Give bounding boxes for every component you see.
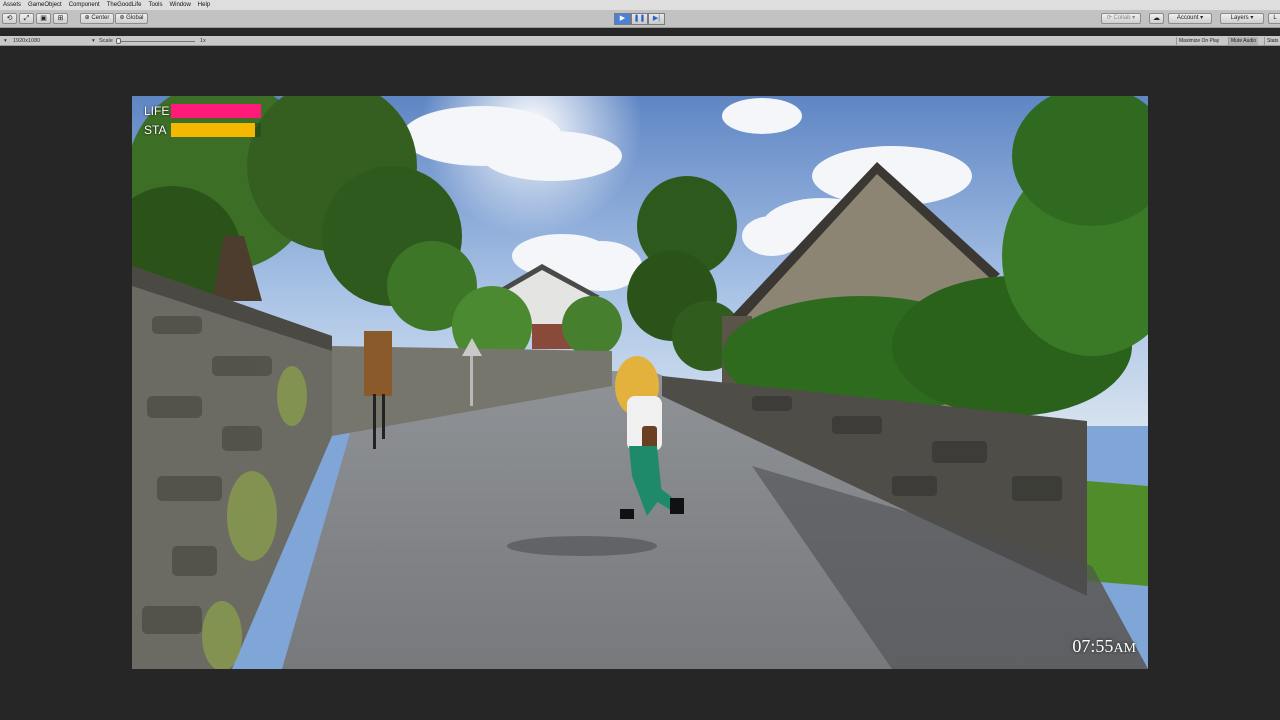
stamina-meter: STA xyxy=(144,122,261,138)
step-button[interactable]: ▶| xyxy=(648,13,665,25)
account-label: Account xyxy=(1176,15,1199,21)
mute-audio-toggle[interactable]: Mute Audio xyxy=(1228,37,1259,45)
menu-bar: Assets GameObject Component TheGoodLife … xyxy=(0,0,1280,10)
resolution-chevron-icon: ▾ xyxy=(92,38,95,44)
play-button[interactable]: ▶ xyxy=(614,13,631,25)
scale-slider-handle[interactable] xyxy=(116,38,121,44)
pause-button[interactable]: ❚❚ xyxy=(631,13,648,25)
menu-tools[interactable]: Tools xyxy=(145,0,166,10)
rect-tool-icon[interactable]: ▣ xyxy=(36,13,51,24)
menu-gameobject[interactable]: GameObject xyxy=(25,0,66,10)
clock-ampm: AM xyxy=(1113,641,1136,656)
resolution-dropdown[interactable]: 1920x1080 xyxy=(13,36,40,46)
stamina-bar-fill xyxy=(171,123,255,137)
playback-controls: ▶ ❚❚ ▶| xyxy=(614,13,665,25)
stamina-bar xyxy=(171,123,261,137)
scale-slider-track[interactable] xyxy=(117,41,195,42)
layout-dropdown[interactable]: L xyxy=(1268,13,1280,24)
collab-label: Collab xyxy=(1113,15,1131,21)
menu-assets[interactable]: Assets xyxy=(0,0,25,10)
grass-patch xyxy=(1087,481,1148,586)
scale-tool-icon[interactable]: ⤢ xyxy=(19,13,34,24)
life-label: LIFE xyxy=(144,104,170,118)
pivot-center-button[interactable]: ⊕ Center xyxy=(80,13,114,24)
menu-help[interactable]: Help xyxy=(195,0,214,10)
stats-toggle[interactable]: Stats xyxy=(1264,37,1280,45)
life-meter: LIFE xyxy=(144,103,261,119)
account-dropdown[interactable]: Account ▾ xyxy=(1168,13,1212,24)
layers-dropdown[interactable]: Layers ▾ xyxy=(1220,13,1264,24)
life-bar-fill xyxy=(171,104,261,118)
layers-label: Layers xyxy=(1230,15,1249,21)
pivot-label: Center xyxy=(91,15,110,21)
cloud-icon[interactable]: ☁ xyxy=(1149,13,1164,24)
collab-button[interactable]: ⟳ Collab ▾ xyxy=(1101,13,1141,24)
space-label: Global xyxy=(126,15,144,21)
game-scene xyxy=(132,96,1148,669)
menu-component[interactable]: Component xyxy=(66,0,104,10)
maximize-on-play-toggle[interactable]: Maximize On Play xyxy=(1176,37,1221,45)
game-view-toolbar: ▾ 1920x1080 ▾ Scale 1x Maximize On Play … xyxy=(0,36,1280,46)
transform-tool-icon[interactable]: ⊞ xyxy=(53,13,68,24)
rotate-tool-icon[interactable]: ⟲ xyxy=(2,13,17,24)
global-space-button[interactable]: ⊛ Global xyxy=(115,13,148,24)
display-dropdown[interactable]: ▾ xyxy=(4,36,7,46)
stamina-label: STA xyxy=(144,123,167,137)
game-clock: 07:55AM xyxy=(1072,636,1136,657)
scale-value: 1x xyxy=(200,38,206,44)
game-viewport[interactable]: LIFE STA 07:55AM xyxy=(132,96,1148,669)
life-bar xyxy=(171,104,261,118)
menu-window[interactable]: Window xyxy=(166,0,194,10)
clock-time: 07:55 xyxy=(1072,636,1114,656)
scale-label: Scale xyxy=(99,38,113,44)
menu-thegoodlife[interactable]: TheGoodLife xyxy=(104,0,146,10)
